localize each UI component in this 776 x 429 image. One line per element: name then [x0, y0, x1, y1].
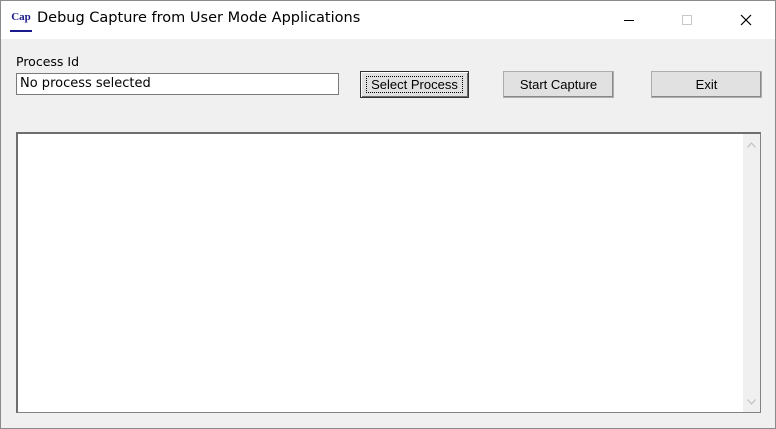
chevron-down-icon [747, 398, 756, 405]
select-process-label: Select Process [366, 76, 463, 93]
scroll-up-button[interactable] [743, 136, 760, 153]
process-id-label: Process Id [16, 54, 80, 69]
maximize-icon [682, 15, 692, 25]
minimize-button[interactable] [600, 1, 658, 39]
scroll-down-button[interactable] [743, 393, 760, 410]
start-capture-button[interactable]: Start Capture [503, 71, 614, 98]
close-icon [740, 14, 752, 26]
vertical-scrollbar[interactable] [743, 134, 760, 412]
select-process-button[interactable]: Select Process [360, 71, 469, 98]
exit-button[interactable]: Exit [651, 71, 762, 98]
app-icon: Cap [10, 10, 32, 32]
capture-output-area[interactable] [16, 132, 761, 413]
chevron-up-icon [747, 141, 756, 148]
app-window: Cap Debug Capture from User Mode Applica… [0, 0, 776, 429]
close-button[interactable] [717, 1, 775, 39]
minimize-icon [624, 20, 634, 21]
process-id-field[interactable]: No process selected [16, 73, 339, 95]
window-title: Debug Capture from User Mode Application… [37, 10, 361, 26]
title-bar[interactable]: Cap Debug Capture from User Mode Applica… [1, 1, 775, 39]
maximize-button [658, 1, 716, 39]
